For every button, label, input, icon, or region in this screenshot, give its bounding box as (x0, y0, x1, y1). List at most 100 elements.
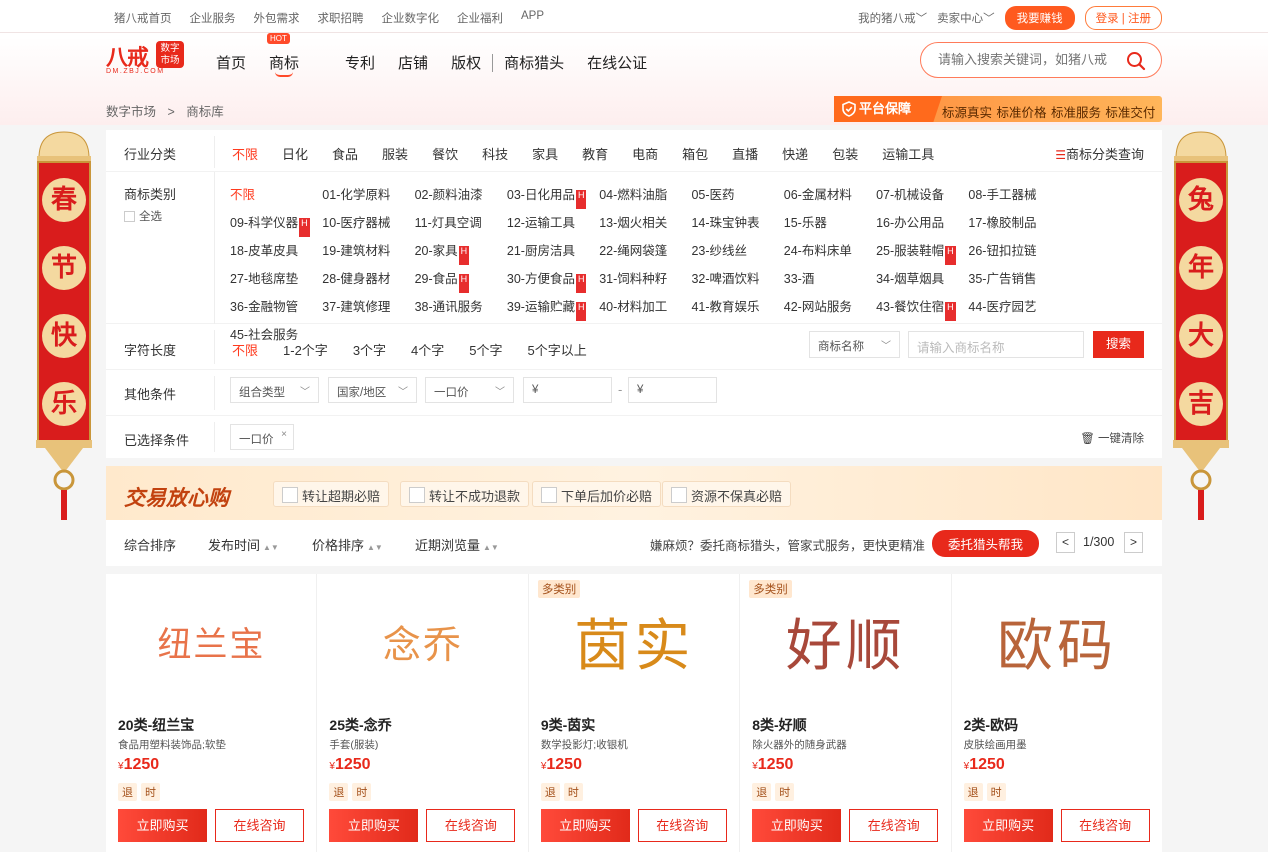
product-title[interactable]: 25类-念乔 (329, 715, 391, 735)
category-option[interactable]: 31-饲料种籽 (599, 268, 691, 287)
sort-comprehensive[interactable]: 综合排序 (124, 535, 176, 554)
category-option[interactable]: 08-手工器械 (968, 184, 1060, 203)
category-option[interactable]: 04-燃料油脂 (599, 184, 691, 203)
category-option[interactable]: 26-钮扣拉链 (968, 240, 1060, 259)
industry-option[interactable]: 家具 (532, 144, 558, 163)
length-option[interactable]: 5个字以上 (528, 340, 587, 359)
industry-option[interactable]: 科技 (482, 144, 508, 163)
product-title[interactable]: 20类-纽兰宝 (118, 715, 194, 735)
category-option[interactable]: 14-珠宝钟表 (691, 212, 783, 231)
industry-option[interactable]: 餐饮 (432, 144, 458, 163)
length-option[interactable]: 3个字 (353, 340, 386, 359)
trust-option-price[interactable]: 下单后加价必赔 (532, 481, 662, 507)
nav-copyright[interactable]: 版权 (451, 52, 481, 73)
product-card[interactable]: 念乔 25类-念乔 手套(服装) ¥1250 退时立即购买 在线咨询 (317, 574, 528, 852)
product-title[interactable]: 8类-好顺 (752, 715, 806, 735)
category-option[interactable]: 21-厨房洁具 (507, 240, 599, 259)
class-query-link[interactable]: ☰商标分类查询 (1055, 144, 1144, 163)
search-button[interactable]: 搜索 (1093, 331, 1144, 358)
consult-button[interactable]: 在线咨询 (215, 809, 304, 842)
category-option[interactable]: 20-家具 H (415, 240, 507, 265)
category-option[interactable]: 13-烟火相关 (599, 212, 691, 231)
nav-home[interactable]: 首页 (216, 52, 246, 73)
top-link-jobs[interactable]: 求职招聘 (318, 10, 364, 26)
industry-option[interactable]: 电商 (632, 144, 658, 163)
nav-trademark[interactable]: HOT 商标 (267, 33, 322, 77)
close-icon[interactable]: × (281, 429, 287, 440)
buy-now-button[interactable]: 立即购买 (963, 809, 1053, 842)
category-option[interactable]: 27-地毯席垫 (230, 268, 322, 287)
category-option[interactable]: 12-运输工具 (507, 212, 599, 231)
category-option[interactable]: 44-医疗园艺 (968, 296, 1060, 315)
category-option[interactable]: 43-餐饮住宿 H (876, 296, 968, 321)
price-min-input[interactable]: ¥ (523, 377, 612, 403)
sort-publish-time[interactable]: 发布时间 ▲▼ (208, 535, 279, 554)
category-option[interactable]: 24-布料床单 (784, 240, 876, 259)
chosen-tag[interactable]: 一口价 × (230, 424, 294, 450)
category-option[interactable]: 09-科学仪器 H (230, 212, 322, 237)
login-link[interactable]: 登录 (1096, 13, 1119, 25)
length-option[interactable]: 5个字 (469, 340, 502, 359)
category-option[interactable]: 01-化学原料 (322, 184, 414, 203)
register-link[interactable]: 注册 (1128, 13, 1151, 25)
seller-center-menu[interactable]: 卖家中心﹀ (937, 10, 995, 26)
category-option[interactable]: 39-运输贮藏 H (507, 296, 599, 321)
product-card[interactable]: 茵实 多类别 9类-茵实 数学投影灯;收银机 ¥1250 退时立即购买 在线咨询 (528, 574, 740, 852)
site-logo[interactable]: 八戒 数字 市场 DM.ZBJ.COM (106, 40, 186, 76)
category-option[interactable]: 15-乐器 (784, 212, 876, 231)
category-option[interactable]: 34-烟草烟具 (876, 268, 968, 287)
length-option[interactable]: 1-2个字 (283, 340, 328, 359)
length-option[interactable]: 不限 (232, 340, 258, 359)
category-option[interactable]: 19-建筑材料 (322, 240, 414, 259)
product-title[interactable]: 9类-茵实 (541, 715, 595, 735)
consult-button[interactable]: 在线咨询 (1060, 809, 1150, 842)
industry-option[interactable]: 包装 (832, 144, 858, 163)
category-option[interactable]: 37-建筑修理 (322, 296, 414, 315)
trademark-image[interactable]: 纽兰宝 (106, 574, 317, 709)
earn-button[interactable]: 我要赚钱 (1004, 6, 1075, 30)
category-option[interactable]: 17-橡胶制品 (968, 212, 1060, 231)
category-option[interactable]: 38-通讯服务 (415, 296, 507, 315)
trademark-image[interactable]: 欧码 (952, 574, 1163, 709)
combo-type-select[interactable]: 组合类型 ﹀ (230, 377, 319, 403)
nav-shop[interactable]: 店铺 (398, 52, 428, 73)
prev-page-button[interactable]: < (1056, 532, 1075, 553)
top-link-welfare[interactable]: 企业福利 (457, 10, 503, 26)
category-option[interactable]: 25-服装鞋帽 H (876, 240, 968, 265)
top-link-enterprise[interactable]: 企业服务 (190, 10, 236, 26)
search-icon[interactable] (1126, 51, 1146, 71)
industry-option[interactable]: 服装 (382, 144, 408, 163)
trademark-image[interactable]: 念乔 (317, 574, 528, 709)
category-option[interactable]: 41-教育娱乐 (691, 296, 783, 315)
industry-option[interactable]: 运输工具 (882, 144, 934, 163)
industry-option[interactable]: 日化 (282, 144, 308, 163)
industry-option[interactable]: 箱包 (682, 144, 708, 163)
category-option[interactable]: 11-灯具空调 (415, 212, 507, 231)
consult-button[interactable]: 在线咨询 (637, 809, 727, 842)
sort-views[interactable]: 近期浏览量 ▲▼ (415, 535, 499, 554)
product-card[interactable]: 好顺 多类别 8类-好顺 除火器外的随身武器 ¥1250 退时立即购买 在线咨询 (740, 574, 951, 852)
category-option[interactable]: 02-颜料油漆 (415, 184, 507, 203)
top-link-outsourcing[interactable]: 外包需求 (254, 10, 300, 26)
next-page-button[interactable]: > (1124, 532, 1143, 553)
category-option[interactable]: 23-纱线丝 (691, 240, 783, 259)
category-option[interactable]: 不限 (230, 184, 322, 203)
top-link-app[interactable]: APP (521, 10, 544, 26)
industry-option[interactable]: 不限 (232, 144, 258, 163)
category-option[interactable]: 22-绳网袋篷 (599, 240, 691, 259)
consult-button[interactable]: 在线咨询 (849, 809, 939, 842)
category-option[interactable]: 03-日化用品 H (507, 184, 599, 209)
buy-now-button[interactable]: 立即购买 (118, 809, 207, 842)
sort-price[interactable]: 价格排序 ▲▼ (312, 535, 383, 554)
trust-option-authentic[interactable]: 资源不保真必赔 (662, 481, 792, 507)
buy-now-button[interactable]: 立即购买 (752, 809, 842, 842)
category-option[interactable]: 28-健身器材 (322, 268, 414, 287)
buy-now-button[interactable]: 立即购买 (540, 809, 630, 842)
trust-option-refund[interactable]: 转让不成功退款 (400, 481, 530, 507)
category-option[interactable]: 06-金属材料 (784, 184, 876, 203)
industry-option[interactable]: 食品 (332, 144, 358, 163)
nav-trademark-hunter[interactable]: 商标猎头 (504, 52, 564, 73)
category-option[interactable]: 16-办公用品 (876, 212, 968, 231)
category-option[interactable]: 07-机械设备 (876, 184, 968, 203)
product-card[interactable]: 纽兰宝 20类-纽兰宝 食品用塑料装饰品;软垫 ¥1250 退时立即购买 在线咨询 (106, 574, 317, 852)
